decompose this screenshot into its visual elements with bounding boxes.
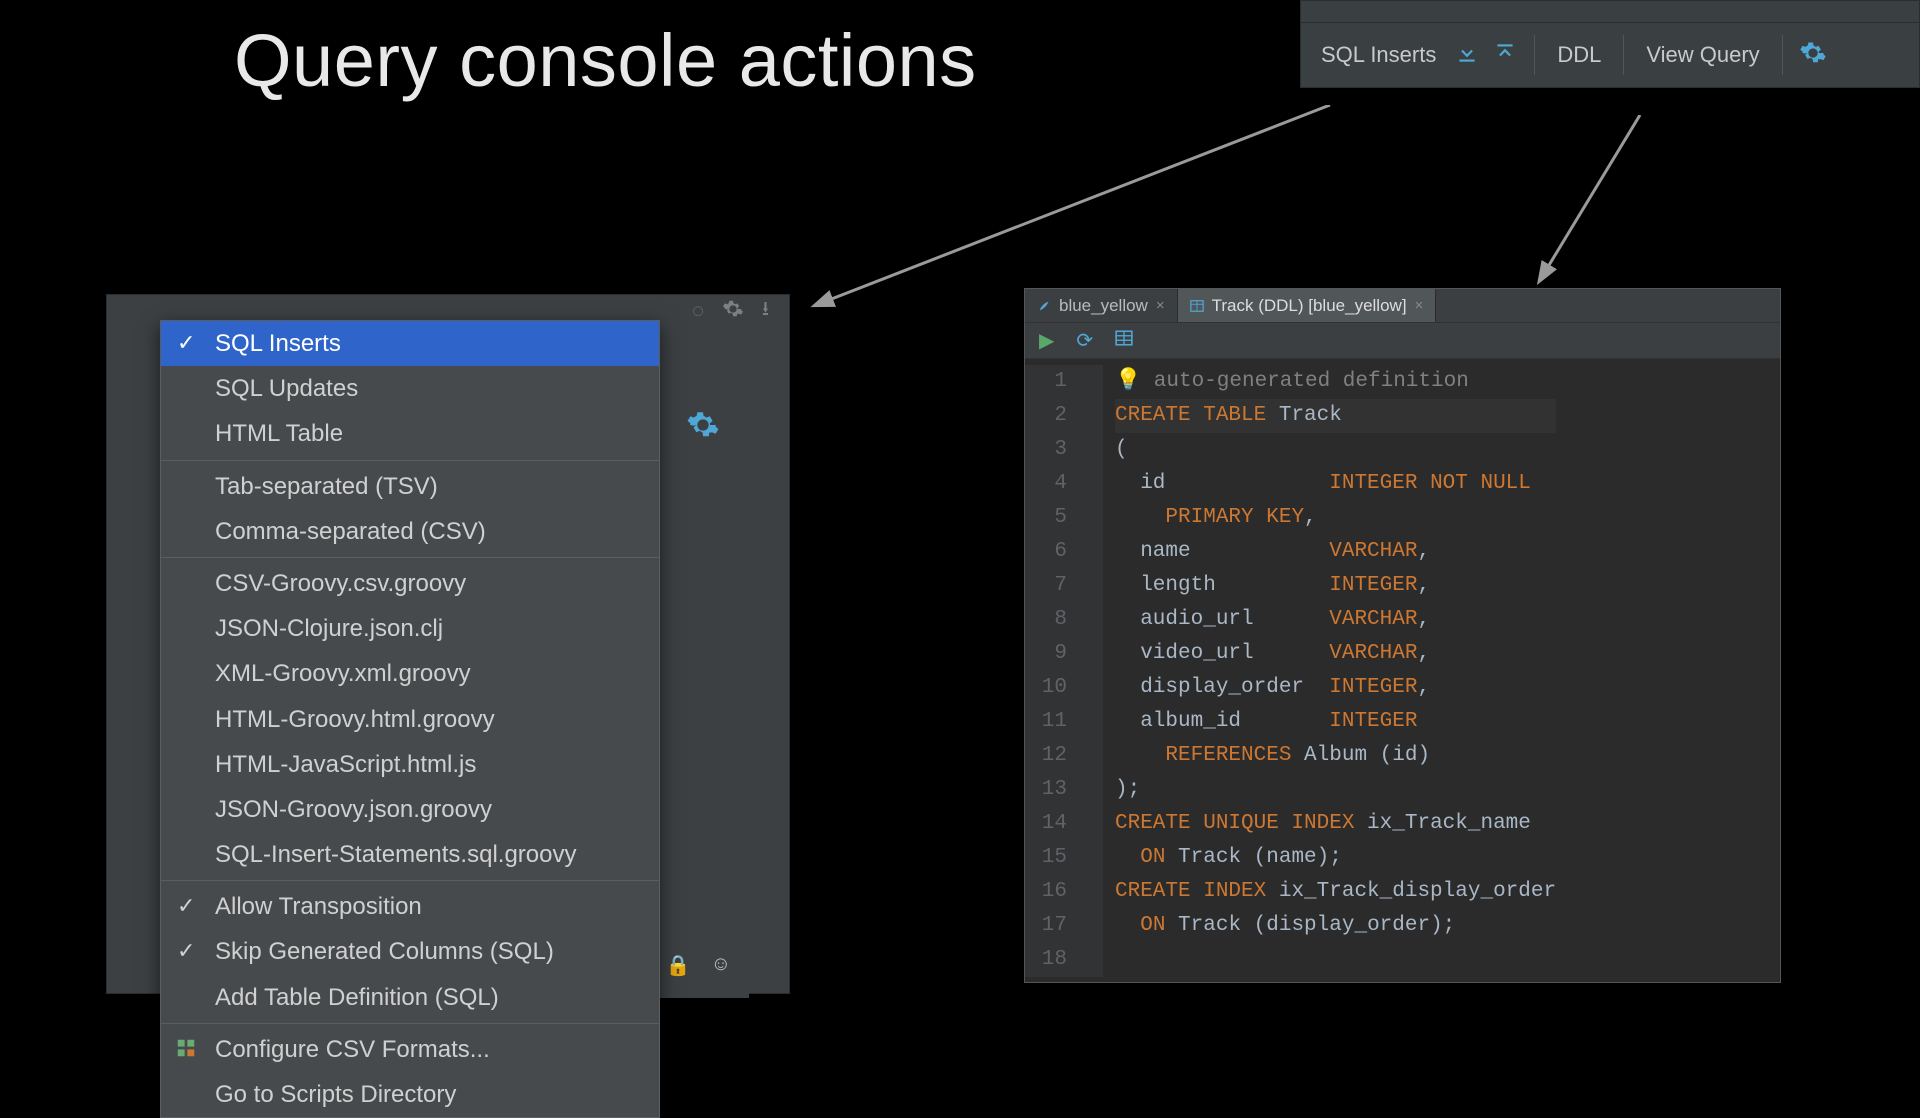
toolbar-titlebar: [1301, 1, 1919, 23]
query-console-toolbar: SQL Inserts DDL View Query: [1300, 0, 1920, 88]
fold-column: [1081, 365, 1103, 977]
lock-icon[interactable]: 🔒: [666, 953, 691, 978]
configure-icon: [175, 1033, 197, 1070]
sql-inserts-button[interactable]: SQL Inserts: [1315, 38, 1442, 72]
menu-item-label: JSON-Clojure.json.clj: [215, 615, 443, 642]
menu-item-label: Add Table Definition (SQL): [215, 984, 499, 1011]
code-text[interactable]: 💡 auto-generated definitionCREATE TABLE …: [1103, 365, 1556, 977]
gear-icon[interactable]: [1799, 39, 1827, 72]
menu-item[interactable]: Tab-separated (TSV): [161, 464, 659, 509]
menu-item[interactable]: SQL-Insert-Statements.sql.groovy: [161, 832, 659, 877]
help-icon[interactable]: ◌: [692, 300, 704, 323]
gear-icon[interactable]: [686, 408, 726, 448]
refresh-icon[interactable]: ⟳: [1076, 328, 1093, 353]
menu-item-label: SQL-Insert-Statements.sql.groovy: [215, 841, 576, 868]
menu-item[interactable]: Go to Scripts Directory: [161, 1072, 659, 1117]
editor-tab[interactable]: blue_yellow ×: [1025, 289, 1178, 322]
menu-divider: [161, 880, 659, 881]
view-query-button[interactable]: View Query: [1640, 38, 1765, 72]
menu-divider: [161, 557, 659, 558]
menu-item[interactable]: Add Table Definition (SQL): [161, 975, 659, 1020]
hector-icon[interactable]: ☺: [711, 953, 731, 978]
close-icon[interactable]: ×: [1415, 297, 1424, 314]
menu-divider: [161, 460, 659, 461]
check-icon: ✓: [177, 326, 195, 360]
menu-item[interactable]: HTML-Groovy.html.groovy: [161, 697, 659, 742]
menu-item-label: HTML-JavaScript.html.js: [215, 751, 476, 778]
tab-label: blue_yellow: [1059, 296, 1148, 316]
menu-item-label: HTML Table: [215, 420, 343, 447]
menu-item-label: Configure CSV Formats...: [215, 1036, 490, 1063]
menu-item[interactable]: XML-Groovy.xml.groovy: [161, 651, 659, 696]
menu-item-label: Tab-separated (TSV): [215, 473, 438, 500]
ddl-editor-panel: blue_yellow × Track (DDL) [blue_yellow] × ▶…: [1024, 288, 1781, 983]
close-icon[interactable]: ×: [1156, 297, 1165, 314]
ddl-button[interactable]: DDL: [1551, 38, 1607, 72]
menu-item[interactable]: ✓ SQL Inserts: [161, 321, 659, 366]
menu-item[interactable]: SQL Updates: [161, 366, 659, 411]
menu-divider: [161, 1023, 659, 1024]
menu-item-label: Allow Transposition: [215, 893, 422, 920]
menu-item[interactable]: HTML Table: [161, 411, 659, 456]
run-icon[interactable]: ▶: [1039, 328, 1054, 353]
menu-item[interactable]: CSV-Groovy.csv.groovy: [161, 561, 659, 606]
code-area[interactable]: 123456789101112131415161718 💡 auto-gener…: [1025, 359, 1780, 977]
menu-item-label: SQL Inserts: [215, 330, 341, 357]
menu-item-label: Skip Generated Columns (SQL): [215, 938, 554, 965]
tab-label: Track (DDL) [blue_yellow]: [1212, 296, 1407, 316]
gear-icon[interactable]: [722, 298, 744, 325]
menu-item[interactable]: JSON-Groovy.json.groovy: [161, 787, 659, 832]
check-icon: ✓: [177, 934, 195, 968]
table-view-icon[interactable]: [1115, 329, 1133, 352]
toolbar-separator: [1623, 35, 1624, 75]
menu-item-label: HTML-Groovy.html.groovy: [215, 706, 495, 733]
menu-item-label: JSON-Groovy.json.groovy: [215, 796, 492, 823]
menu-item[interactable]: HTML-JavaScript.html.js: [161, 742, 659, 787]
import-icon[interactable]: [1454, 40, 1480, 71]
menu-item[interactable]: Comma-separated (CSV): [161, 509, 659, 554]
check-icon: ✓: [177, 889, 195, 923]
menu-item-label: CSV-Groovy.csv.groovy: [215, 570, 466, 597]
menu-item[interactable]: ✓ Skip Generated Columns (SQL): [161, 929, 659, 974]
editor-tab[interactable]: Track (DDL) [blue_yellow] ×: [1178, 289, 1437, 322]
menu-item[interactable]: Configure CSV Formats...: [161, 1027, 659, 1072]
menu-item-label: Go to Scripts Directory: [215, 1081, 456, 1108]
menu-item-label: XML-Groovy.xml.groovy: [215, 660, 471, 687]
export-icon[interactable]: [1492, 40, 1518, 71]
toolbar-separator: [1782, 35, 1783, 75]
download-icon[interactable]: ⭳: [762, 294, 769, 328]
menu-item-label: Comma-separated (CSV): [215, 518, 486, 545]
line-number-gutter: 123456789101112131415161718: [1025, 365, 1081, 977]
menu-item[interactable]: ✓ Allow Transposition: [161, 884, 659, 929]
editor-tabs: blue_yellow × Track (DDL) [blue_yellow] ×: [1025, 289, 1780, 323]
toolbar-row: SQL Inserts DDL View Query: [1301, 23, 1919, 87]
menu-item-label: SQL Updates: [215, 375, 358, 402]
editor-action-bar: ▶ ⟳: [1025, 323, 1780, 359]
slide-title: Query console actions: [234, 18, 977, 103]
menu-item[interactable]: JSON-Clojure.json.clj: [161, 606, 659, 651]
toolbar-separator: [1534, 35, 1535, 75]
export-format-menu: ✓ SQL Inserts SQL Updates HTML Table Tab-sep…: [160, 320, 660, 1118]
